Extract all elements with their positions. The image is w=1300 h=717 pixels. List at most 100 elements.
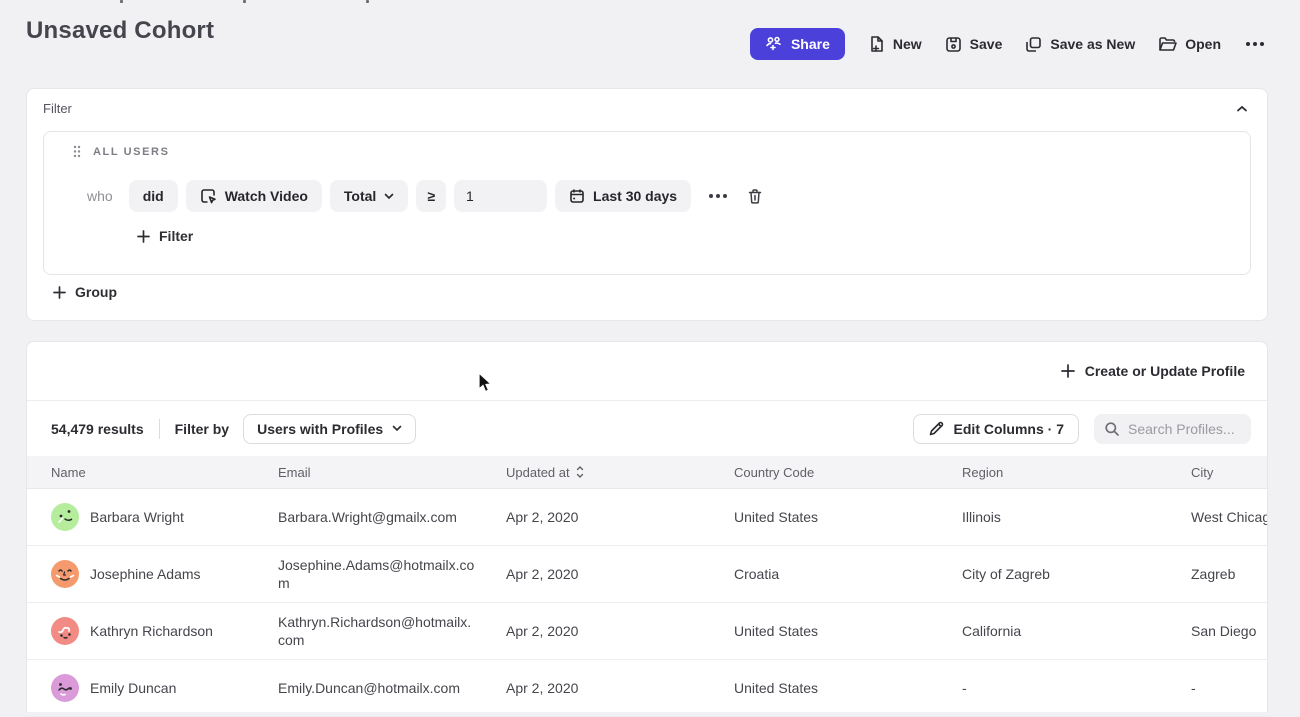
search-profiles-input[interactable] bbox=[1128, 421, 1238, 437]
profile-name: Josephine Adams bbox=[90, 566, 217, 582]
avatar bbox=[51, 617, 79, 645]
column-header-email[interactable]: Email bbox=[278, 465, 506, 480]
aggregation-selector[interactable]: Total bbox=[330, 180, 408, 212]
divider bbox=[159, 419, 160, 439]
profile-updated-at: Apr 2, 2020 bbox=[506, 680, 734, 696]
clause-more-options-icon[interactable] bbox=[705, 190, 731, 202]
avatar bbox=[51, 560, 79, 588]
date-range-label: Last 30 days bbox=[593, 188, 677, 204]
chevron-up-icon bbox=[1236, 105, 1248, 113]
plus-icon bbox=[137, 230, 150, 243]
share-button[interactable]: Share bbox=[750, 28, 845, 60]
profile-updated-at: Apr 2, 2020 bbox=[506, 566, 734, 582]
profile-name: Kathryn Richardson bbox=[90, 623, 229, 639]
delete-clause-button[interactable] bbox=[745, 186, 765, 207]
profile-region: City of Zagreb bbox=[962, 566, 1191, 582]
avatar bbox=[51, 674, 79, 702]
profile-email: Emily.Duncan@hotmailx.com bbox=[278, 679, 506, 697]
all-users-label: ALL USERS bbox=[93, 146, 170, 158]
operator-label: ≥ bbox=[427, 188, 435, 204]
filter-panel: Filter ALL USERS who did bbox=[26, 88, 1268, 321]
event-label: Watch Video bbox=[225, 188, 308, 204]
save-disk-icon bbox=[945, 36, 962, 53]
page-title: Unsaved Cohort bbox=[26, 17, 214, 45]
add-filter-button[interactable]: Filter bbox=[137, 228, 193, 244]
sort-icon bbox=[576, 466, 584, 478]
avatar bbox=[51, 503, 79, 531]
plus-icon bbox=[53, 286, 66, 299]
add-filter-label: Filter bbox=[159, 228, 193, 244]
profiles-panel: Create or Update Profile 54,479 results … bbox=[26, 341, 1268, 712]
add-group-button[interactable]: Group bbox=[53, 284, 117, 300]
profile-city: Zagreb bbox=[1191, 566, 1267, 582]
more-options-icon[interactable] bbox=[1244, 38, 1266, 50]
event-selector[interactable]: Watch Video bbox=[186, 180, 322, 212]
profile-city: West Chicago bbox=[1191, 509, 1267, 525]
event-click-icon bbox=[200, 188, 217, 205]
who-label: who bbox=[87, 188, 113, 204]
aggregation-label: Total bbox=[344, 188, 376, 204]
profile-updated-at: Apr 2, 2020 bbox=[506, 623, 734, 639]
column-header-country-code[interactable]: Country Code bbox=[734, 465, 962, 480]
profile-type-dropdown[interactable]: Users with Profiles bbox=[243, 414, 416, 444]
drag-handle-icon[interactable] bbox=[73, 145, 81, 158]
profile-name: Emily Duncan bbox=[90, 680, 192, 696]
table-row[interactable]: Josephine Adams Josephine.Adams@hotmailx… bbox=[27, 546, 1267, 603]
search-profiles-box[interactable] bbox=[1094, 414, 1251, 444]
chevron-down-icon bbox=[384, 193, 394, 200]
profile-email: Josephine.Adams@hotmailx.com bbox=[278, 556, 506, 592]
top-action-bar: Share New Save Save as New bbox=[750, 28, 1266, 60]
calendar-icon bbox=[569, 188, 585, 204]
trash-icon bbox=[747, 188, 763, 205]
search-icon bbox=[1104, 421, 1120, 437]
table-row[interactable]: Kathryn Richardson Kathryn.Richardson@ho… bbox=[27, 603, 1267, 660]
edit-columns-button[interactable]: Edit Columns · 7 bbox=[913, 414, 1079, 444]
profile-region: California bbox=[962, 623, 1191, 639]
new-file-icon bbox=[868, 35, 885, 53]
edit-columns-label: Edit Columns · 7 bbox=[954, 421, 1064, 437]
profile-country: United States bbox=[734, 623, 962, 639]
value-input[interactable] bbox=[454, 180, 547, 212]
column-header-updated-at[interactable]: Updated at bbox=[506, 465, 734, 480]
date-range-selector[interactable]: Last 30 days bbox=[555, 180, 691, 212]
operator-selector[interactable]: ≥ bbox=[416, 180, 446, 212]
save-as-new-button-label: Save as New bbox=[1050, 36, 1135, 52]
table-row[interactable]: Barbara Wright Barbara.Wright@gmailx.com… bbox=[27, 489, 1267, 546]
new-button-label: New bbox=[893, 36, 922, 52]
profile-email: Kathryn.Richardson@hotmailx.com bbox=[278, 613, 506, 649]
clipped-top-content bbox=[120, 0, 369, 3]
collapse-filter-button[interactable] bbox=[1233, 102, 1251, 116]
copy-icon bbox=[1025, 36, 1042, 53]
column-header-city[interactable]: City bbox=[1191, 465, 1267, 480]
save-as-new-button[interactable]: Save as New bbox=[1025, 36, 1135, 53]
did-label: did bbox=[143, 188, 164, 204]
filter-clause-row: who did Watch Video Total bbox=[87, 180, 765, 212]
table-row[interactable]: Emily Duncan Emily.Duncan@hotmailx.com A… bbox=[27, 660, 1267, 717]
filter-by-label: Filter by bbox=[175, 421, 229, 437]
column-header-name[interactable]: Name bbox=[51, 465, 278, 480]
profile-email: Barbara.Wright@gmailx.com bbox=[278, 508, 506, 526]
open-button[interactable]: Open bbox=[1158, 36, 1221, 53]
profile-name: Barbara Wright bbox=[90, 509, 200, 525]
filter-group-card: ALL USERS who did Watch Video Total bbox=[43, 131, 1251, 275]
create-or-update-profile-label: Create or Update Profile bbox=[1085, 363, 1245, 379]
open-button-label: Open bbox=[1185, 36, 1221, 52]
new-button[interactable]: New bbox=[868, 35, 922, 53]
add-group-label: Group bbox=[75, 284, 117, 300]
profile-region: - bbox=[962, 680, 1191, 696]
filter-panel-label: Filter bbox=[43, 101, 72, 116]
save-button-label: Save bbox=[970, 36, 1003, 52]
profile-country: United States bbox=[734, 680, 962, 696]
plus-icon bbox=[1061, 364, 1075, 378]
create-or-update-profile-button[interactable]: Create or Update Profile bbox=[1061, 363, 1245, 379]
share-button-label: Share bbox=[791, 36, 830, 52]
profile-country: Croatia bbox=[734, 566, 962, 582]
profile-type-value: Users with Profiles bbox=[257, 421, 383, 437]
profiles-toolbar: 54,479 results Filter by Users with Prof… bbox=[27, 401, 1267, 456]
did-selector[interactable]: did bbox=[129, 180, 178, 212]
chevron-down-icon bbox=[392, 425, 402, 432]
save-button[interactable]: Save bbox=[945, 36, 1003, 53]
pencil-icon bbox=[928, 420, 945, 437]
profile-country: United States bbox=[734, 509, 962, 525]
column-header-region[interactable]: Region bbox=[962, 465, 1191, 480]
